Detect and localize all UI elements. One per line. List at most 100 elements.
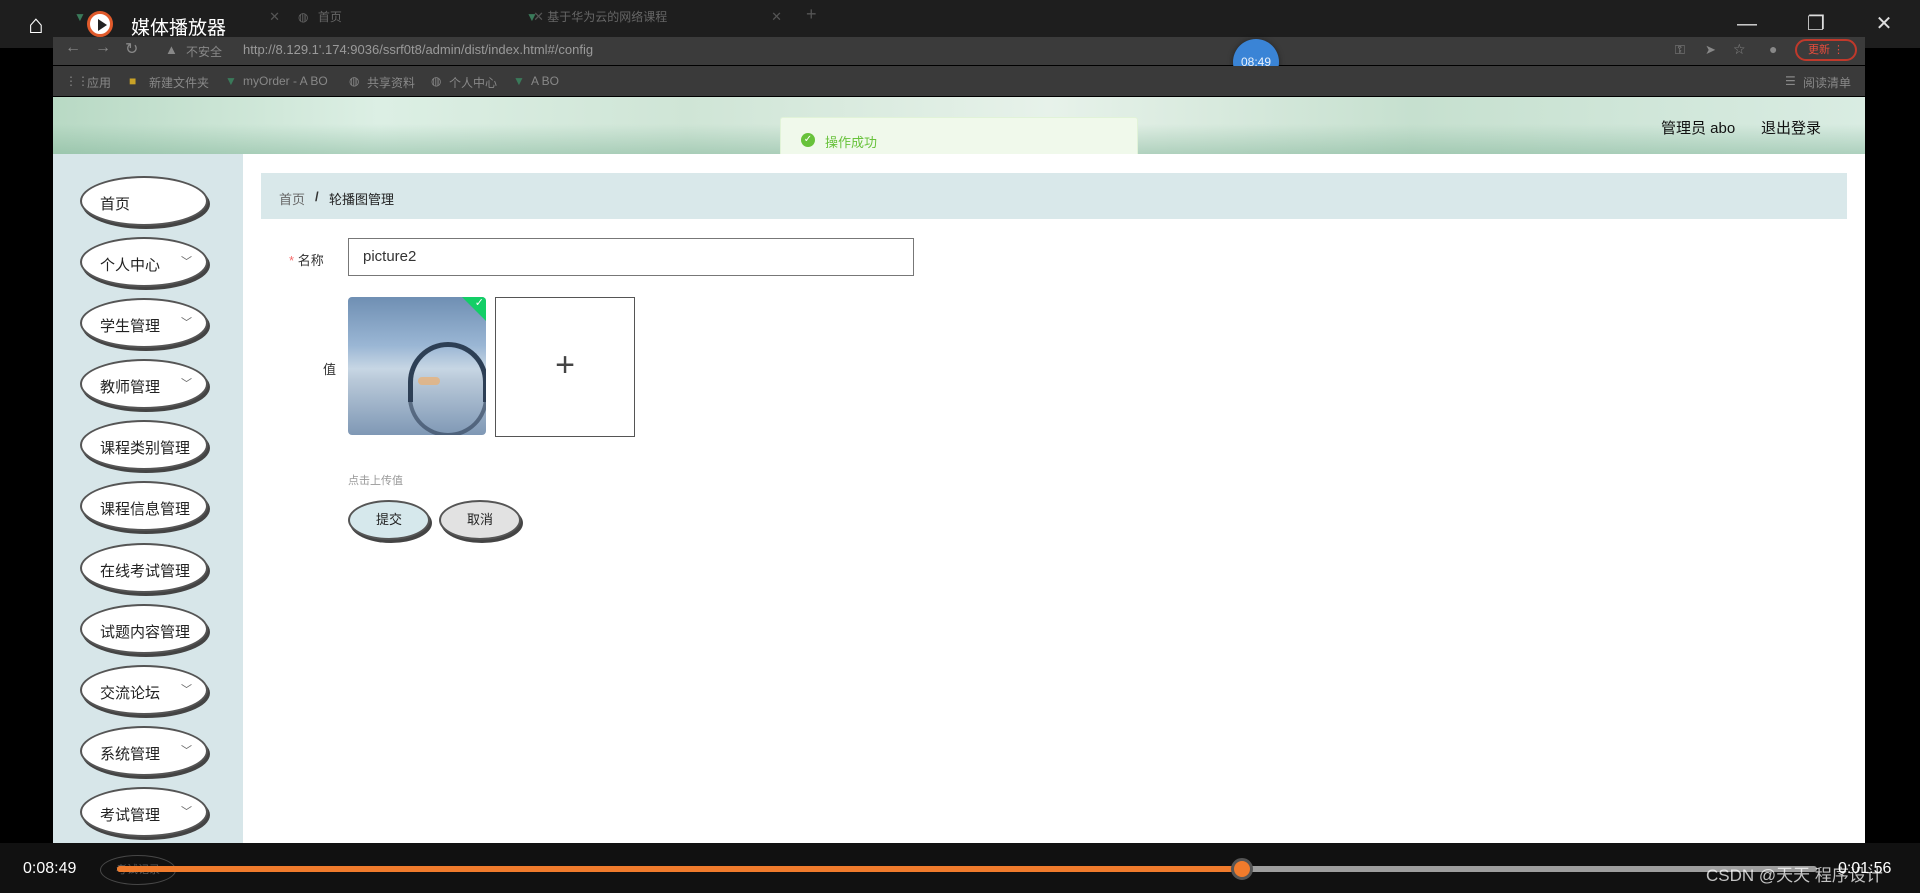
uploaded-image-thumbnail[interactable]: ✓ [348,297,486,435]
key-icon[interactable]: ⚿ [1675,42,1685,58]
current-time: 0:08:49 [23,860,77,877]
sidebar-item-label: 教师管理 [100,379,161,396]
sidebar-item-label: 在线考试管理 [100,563,191,580]
sidebar-item-profile[interactable]: 个人中心 ﹀ [80,237,208,287]
reflection-graphic [408,397,486,435]
browser-tab-active[interactable]: ▼ 基于华为云的网络课程 ✕ [526,4,786,30]
close-icon[interactable]: ✕ [771,4,782,30]
url-field[interactable]: http://8.129.1'.174:9036/ssrf0t8/admin/d… [243,42,593,57]
required-mark: * [289,253,295,268]
bookmark[interactable]: 共享资料 [367,74,415,91]
reading-list-icon: ☰ [1785,74,1796,88]
update-button[interactable]: 更新 ⋮ [1795,39,1857,61]
vue-icon: ▼ [225,74,237,88]
breadcrumb: 首页 / 轮播图管理 [261,173,1847,219]
sidebar-item-home[interactable]: 首页 [80,176,208,226]
sidebar-item-label: 学生管理 [100,318,161,335]
back-icon[interactable]: ← [65,39,81,57]
name-label: * 名称 [289,250,324,269]
bookmark[interactable]: myOrder - A BO [243,74,328,88]
warning-icon: ▲ [165,42,178,57]
upload-tip: 点击上传值 [348,475,403,487]
app-header: 管理员 abo 退出登录 ✓ 操作成功 [53,97,1865,161]
chevron-down-icon: ﹀ [181,317,192,329]
security-label: 不安全 [186,45,223,59]
main-content: 首页 / 轮播图管理 * 名称 picture2 值 ✓ + 点击上传值 提交 … [243,154,1865,843]
new-tab-icon[interactable]: + [806,4,817,25]
apps-icon[interactable]: ⋮⋮ [65,74,89,88]
vue-icon: ▼ [74,10,86,24]
profile-icon[interactable]: ● [1769,41,1777,57]
sidebar-item-label: 课程信息管理 [100,501,191,518]
sidebar-item-label: 试题内容管理 [100,624,191,641]
chevron-down-icon: ﹀ [181,745,192,757]
chevron-down-icon: ﹀ [181,378,192,390]
web-app: 管理员 abo 退出登录 ✓ 操作成功 首页 个人中心 ﹀ 学生管理 ﹀ 教师管理 ﹀… [53,97,1865,843]
reload-icon[interactable]: ↻ [125,39,138,59]
cancel-button[interactable]: 取消 [439,500,521,540]
sunset-graphic [418,377,440,385]
sidebar-item-label: 交流论坛 [100,685,161,702]
folder-icon: ■ [129,74,137,88]
close-icon[interactable]: ✕ [269,4,280,30]
sidebar-item-system[interactable]: 系统管理 ﹀ [80,726,208,776]
user-info: 管理员 abo [1661,120,1736,137]
sidebar-item-course-info[interactable]: 课程信息管理 [80,481,208,531]
check-icon: ✓ [474,297,484,309]
sidebar-item-label: 考试管理 [100,807,161,824]
globe-icon: ◍ [298,10,309,24]
tab-label: 首页 [317,10,342,24]
toast-message: 操作成功 [825,135,878,150]
bookmark[interactable]: 应用 [87,74,111,91]
sidebar-item-questions[interactable]: 试题内容管理 [80,604,208,654]
bookmark[interactable]: A BO [531,74,559,88]
sidebar-item-online-exam[interactable]: 在线考试管理 [80,543,208,593]
sidebar-item-forum[interactable]: 交流论坛 ﹀ [80,665,208,715]
bookmark[interactable]: 个人中心 [449,74,497,91]
bookmark[interactable]: 新建文件夹 [149,74,209,91]
vue-icon: ▼ [513,74,525,88]
globe-icon: ◍ [349,74,360,88]
sidebar-item-exams[interactable]: 考试管理 ﹀ [80,787,208,837]
chevron-down-icon: ﹀ [181,806,192,818]
player-logo-icon [87,11,113,37]
forward-icon[interactable]: → [95,39,111,57]
check-circle-icon: ✓ [801,133,815,147]
name-input[interactable]: picture2 [348,238,914,276]
submit-button[interactable]: 提交 [348,500,430,540]
home-icon[interactable]: ⌂ [22,10,50,38]
progress-fill [117,866,1243,872]
close-icon[interactable]: ✕ [1870,10,1898,38]
reading-list[interactable]: 阅读清单 [1803,74,1851,91]
upload-button[interactable]: + [495,297,635,437]
duration: 0:01:56 [1838,860,1892,877]
sidebar-item-course-categories[interactable]: 课程类别管理 [80,420,208,470]
progress-handle[interactable] [1231,858,1254,880]
sidebar: 首页 个人中心 ﹀ 学生管理 ﹀ 教师管理 ﹀ 课程类别管理 课程信息管理 在线考试管… [53,154,243,843]
breadcrumb-separator: / [315,189,319,204]
chevron-down-icon: ﹀ [181,256,192,268]
breadcrumb-home[interactable]: 首页 [279,189,305,208]
sidebar-item-label: 个人中心 [100,257,161,274]
browser-tab[interactable]: ◍ 首页 ✕ [298,4,548,30]
screen: ⌂ ▼ ✕ ◍ 首页 ✕ ▼ 基于华为云的网络课程 ✕ + 媒体播放器 — ❐ … [0,0,1920,893]
sidebar-item-label: 系统管理 [100,746,161,763]
logout-link[interactable]: 退出登录 [1761,117,1821,138]
breadcrumb-current: 轮播图管理 [329,192,395,207]
restore-icon[interactable]: ❐ [1802,10,1830,38]
sidebar-item-teachers[interactable]: 教师管理 ﹀ [80,359,208,409]
bookmarks-bar: ⋮⋮ 应用 ■ 新建文件夹 ▼ myOrder - A BO ◍ 共享资料 ◍ … [53,66,1865,96]
player-controls: 考试记录 0:08:49 CSDN @天天 程序设计 0:01:56 [0,843,1920,893]
vue-icon: ▼ [526,10,538,24]
bridge-graphic [408,342,486,402]
sidebar-item-label: 首页 [100,196,131,213]
tab-label: 基于华为云的网络课程 [547,10,668,24]
send-icon[interactable]: ➤ [1705,42,1716,58]
progress-track[interactable] [117,858,1817,880]
minimize-icon[interactable]: — [1733,10,1761,38]
address-bar-row: ← → ↻ ▲ 不安全 http://8.129.1'.174:9036/ssr… [53,37,1865,65]
star-icon[interactable]: ☆ [1733,41,1746,58]
update-label: 更新 [1807,44,1830,56]
sidebar-item-students[interactable]: 学生管理 ﹀ [80,298,208,348]
globe-icon: ◍ [431,74,442,88]
